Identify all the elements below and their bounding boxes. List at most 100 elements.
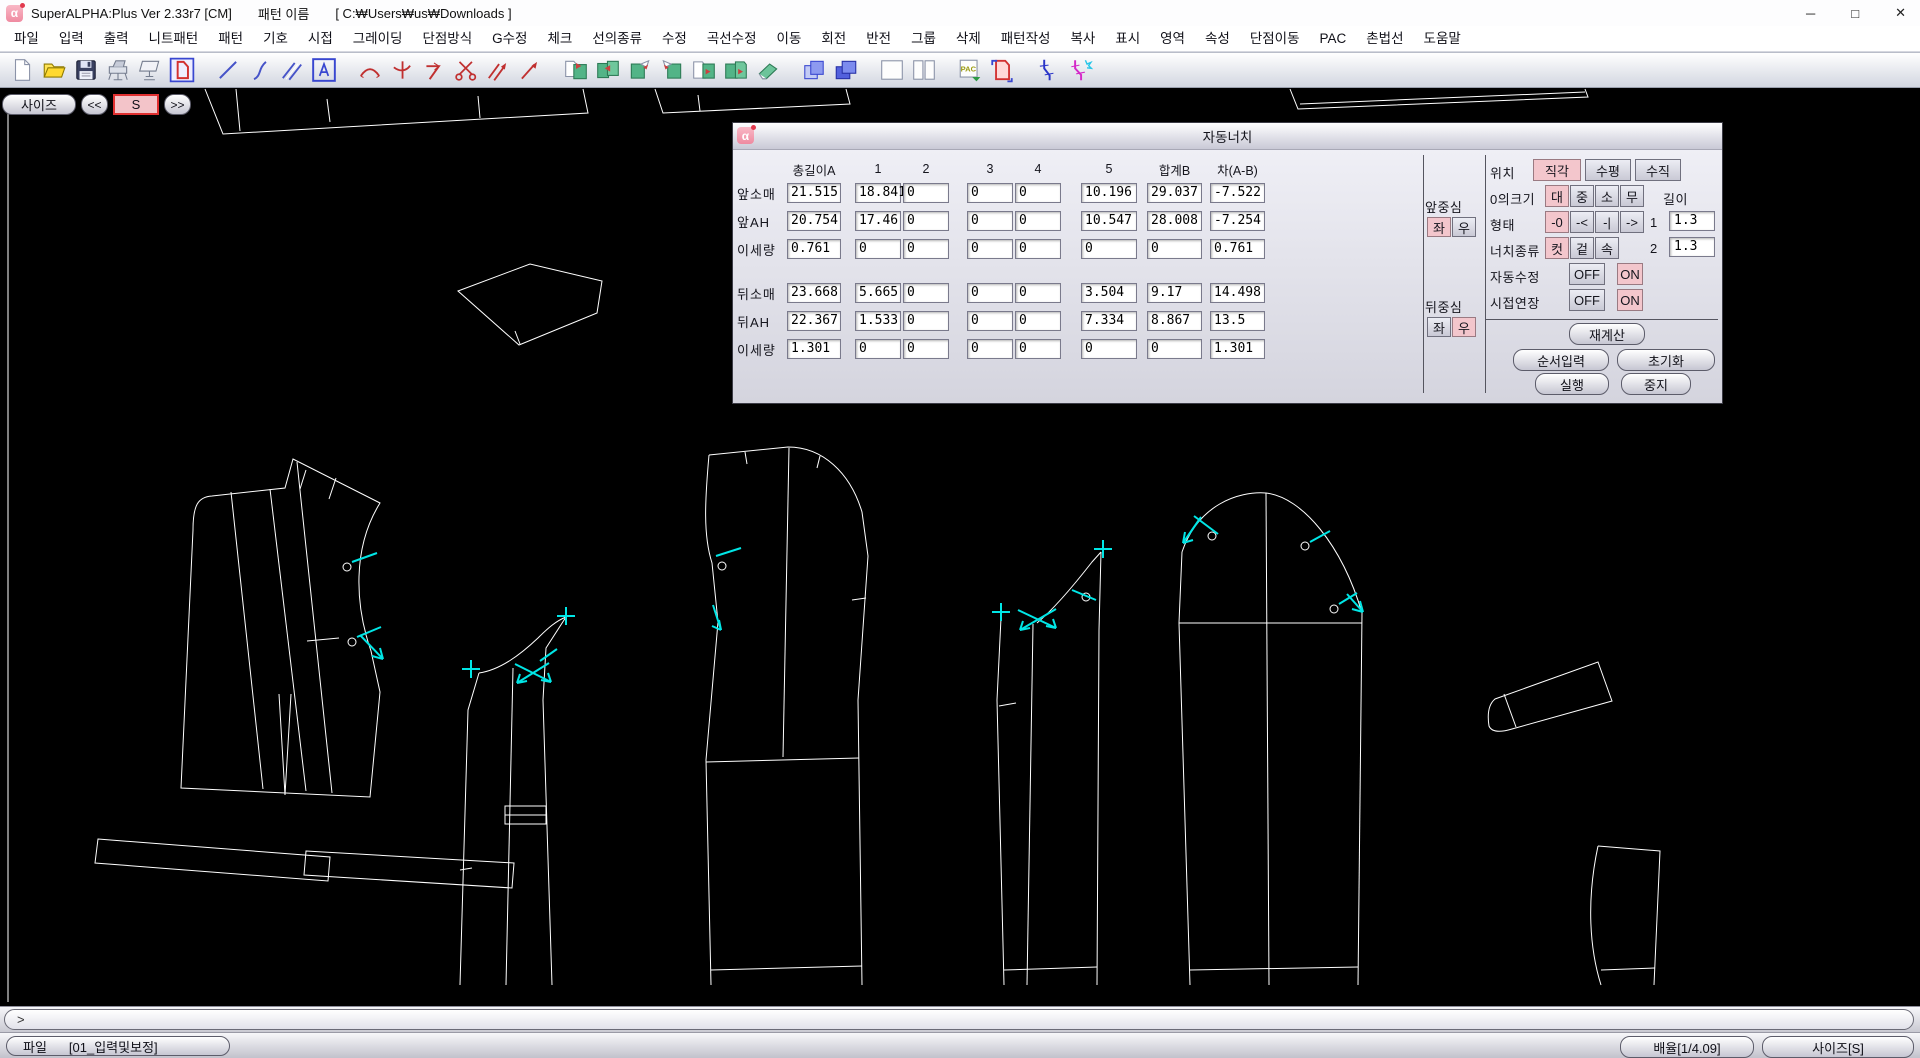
size-status-pill[interactable]: 사이즈[S] [1762, 1036, 1914, 1058]
front-center-option-1[interactable]: 좌 [1427, 217, 1451, 237]
cut-right-button[interactable] [657, 55, 687, 85]
maximize-button[interactable]: □ [1851, 6, 1859, 21]
reset-button[interactable]: 초기화 [1617, 349, 1715, 371]
menu-item-24[interactable]: 속성 [1195, 26, 1240, 51]
value-cell-2-1-7[interactable]: 9.17 [1147, 283, 1202, 303]
menu-item-4[interactable]: 니트패턴 [139, 26, 209, 51]
zoom-status-pill[interactable]: 배율[1/4.09] [1620, 1036, 1754, 1058]
menu-item-17[interactable]: 반전 [856, 26, 901, 51]
position-option-3[interactable]: 수직 [1635, 159, 1681, 181]
menu-item-7[interactable]: 시접 [298, 26, 343, 51]
value-cell-2-1-6[interactable]: 3.504 [1081, 283, 1137, 303]
auto-fix-option-2[interactable]: ON [1617, 263, 1643, 285]
position-option-2[interactable]: 수평 [1585, 159, 1631, 181]
new-canvas-button[interactable] [877, 55, 907, 85]
size-prev-button[interactable]: << [81, 94, 108, 115]
digitizer-button[interactable] [135, 55, 165, 85]
shape-option-3[interactable]: -| [1595, 211, 1619, 233]
open-folder-button[interactable] [39, 55, 69, 85]
plotter-button[interactable] [103, 55, 133, 85]
value-cell-2-3-2[interactable]: 0 [855, 339, 901, 359]
parallel-tool-button[interactable] [277, 55, 307, 85]
value-cell-2-1-4[interactable]: 0 [967, 283, 1013, 303]
value-cell-1-1-7[interactable]: 29.037 [1147, 183, 1202, 203]
value-cell-2-1-8[interactable]: 14.498 [1210, 283, 1265, 303]
value-cell-1-2-3[interactable]: 0 [903, 211, 949, 231]
zero-size-option-2[interactable]: 중 [1570, 185, 1594, 207]
pac-export-button[interactable]: PAC [955, 55, 985, 85]
curve-tool-button[interactable] [245, 55, 275, 85]
value-cell-1-1-4[interactable]: 0 [967, 183, 1013, 203]
size-next-button[interactable]: >> [164, 94, 191, 115]
menu-item-10[interactable]: G수정 [482, 26, 537, 51]
value-cell-2-3-8[interactable]: 1.301 [1210, 339, 1265, 359]
length-1-input[interactable]: 1.3 [1669, 211, 1715, 231]
size-menu-button[interactable]: 사이즈 [2, 94, 76, 115]
notch-kind-option-3[interactable]: 속 [1595, 237, 1619, 259]
menu-item-20[interactable]: 패턴작성 [991, 26, 1061, 51]
value-cell-2-2-1[interactable]: 22.367 [787, 311, 841, 331]
arc-tool-button[interactable] [355, 55, 385, 85]
shape-option-1[interactable]: -0 [1545, 211, 1569, 233]
menu-item-2[interactable]: 입력 [49, 26, 94, 51]
shape-option-2[interactable]: -< [1570, 211, 1594, 233]
notch-kind-option-1[interactable]: 컷 [1545, 237, 1569, 259]
close-button[interactable]: ✕ [1895, 5, 1906, 21]
position-option-1[interactable]: 직각 [1533, 159, 1581, 181]
menu-item-18[interactable]: 그룹 [901, 26, 946, 51]
run-button[interactable]: 실행 [1535, 373, 1609, 395]
value-cell-1-2-1[interactable]: 20.754 [787, 211, 841, 231]
zero-size-option-3[interactable]: 소 [1595, 185, 1619, 207]
parallel-arrow-tool-button[interactable] [483, 55, 513, 85]
menu-item-23[interactable]: 영역 [1150, 26, 1195, 51]
value-cell-2-1-3[interactable]: 0 [903, 283, 949, 303]
value-cell-2-2-7[interactable]: 8.867 [1147, 311, 1202, 331]
pattern-doc-button[interactable] [167, 55, 197, 85]
new-doc-button[interactable] [7, 55, 37, 85]
value-cell-1-2-7[interactable]: 28.008 [1147, 211, 1202, 231]
value-cell-2-3-7[interactable]: 0 [1147, 339, 1202, 359]
menu-item-28[interactable]: 도움말 [1414, 26, 1471, 51]
value-cell-1-2-4[interactable]: 0 [967, 211, 1013, 231]
save-floppy-button[interactable] [71, 55, 101, 85]
size-current-button[interactable]: S [113, 94, 159, 115]
menu-item-5[interactable]: 패턴 [208, 26, 253, 51]
value-cell-2-1-1[interactable]: 23.668 [787, 283, 841, 303]
copy-pages-button[interactable] [799, 55, 829, 85]
cut-left-button[interactable] [625, 55, 655, 85]
attach-left-button[interactable] [689, 55, 719, 85]
value-cell-2-1-5[interactable]: 0 [1015, 283, 1061, 303]
order-input-button[interactable]: 순서입력 [1513, 349, 1609, 371]
value-cell-1-1-2[interactable]: 18.841 [855, 183, 901, 203]
value-cell-1-2-6[interactable]: 10.547 [1081, 211, 1137, 231]
menu-item-3[interactable]: 출력 [94, 26, 139, 51]
menu-item-12[interactable]: 선의종류 [582, 26, 652, 51]
line-tool-button[interactable] [213, 55, 243, 85]
menu-item-8[interactable]: 그레이딩 [343, 26, 413, 51]
value-cell-1-1-5[interactable]: 0 [1015, 183, 1061, 203]
attach-right-button[interactable] [721, 55, 751, 85]
value-cell-2-1-2[interactable]: 5.665 [855, 283, 901, 303]
shape-option-4[interactable]: -> [1620, 211, 1644, 233]
value-cell-2-2-5[interactable]: 0 [1015, 311, 1061, 331]
capture-area-button[interactable] [987, 55, 1017, 85]
file-status-pill[interactable]: 파일 [01_입력및보정] [6, 1036, 230, 1056]
value-cell-1-3-8[interactable]: 0.761 [1210, 239, 1265, 259]
value-cell-1-3-7[interactable]: 0 [1147, 239, 1202, 259]
value-cell-1-3-5[interactable]: 0 [1015, 239, 1061, 259]
value-cell-2-3-3[interactable]: 0 [903, 339, 949, 359]
value-cell-2-2-8[interactable]: 13.5 [1210, 311, 1265, 331]
length-2-input[interactable]: 1.3 [1669, 237, 1715, 257]
front-center-option-2[interactable]: 우 [1452, 217, 1476, 237]
menu-item-6[interactable]: 기호 [253, 26, 298, 51]
value-cell-1-3-1[interactable]: 0.761 [787, 239, 841, 259]
menu-item-11[interactable]: 체크 [537, 26, 582, 51]
value-cell-1-1-3[interactable]: 0 [903, 183, 949, 203]
value-cell-2-2-3[interactable]: 0 [903, 311, 949, 331]
back-center-option-1[interactable]: 좌 [1427, 317, 1451, 337]
notch-line-magenta-button[interactable] [1065, 55, 1095, 85]
menu-item-16[interactable]: 회전 [811, 26, 856, 51]
menu-item-13[interactable]: 수정 [652, 26, 697, 51]
stop-button[interactable]: 중지 [1621, 373, 1691, 395]
menu-item-25[interactable]: 단점이동 [1240, 26, 1310, 51]
